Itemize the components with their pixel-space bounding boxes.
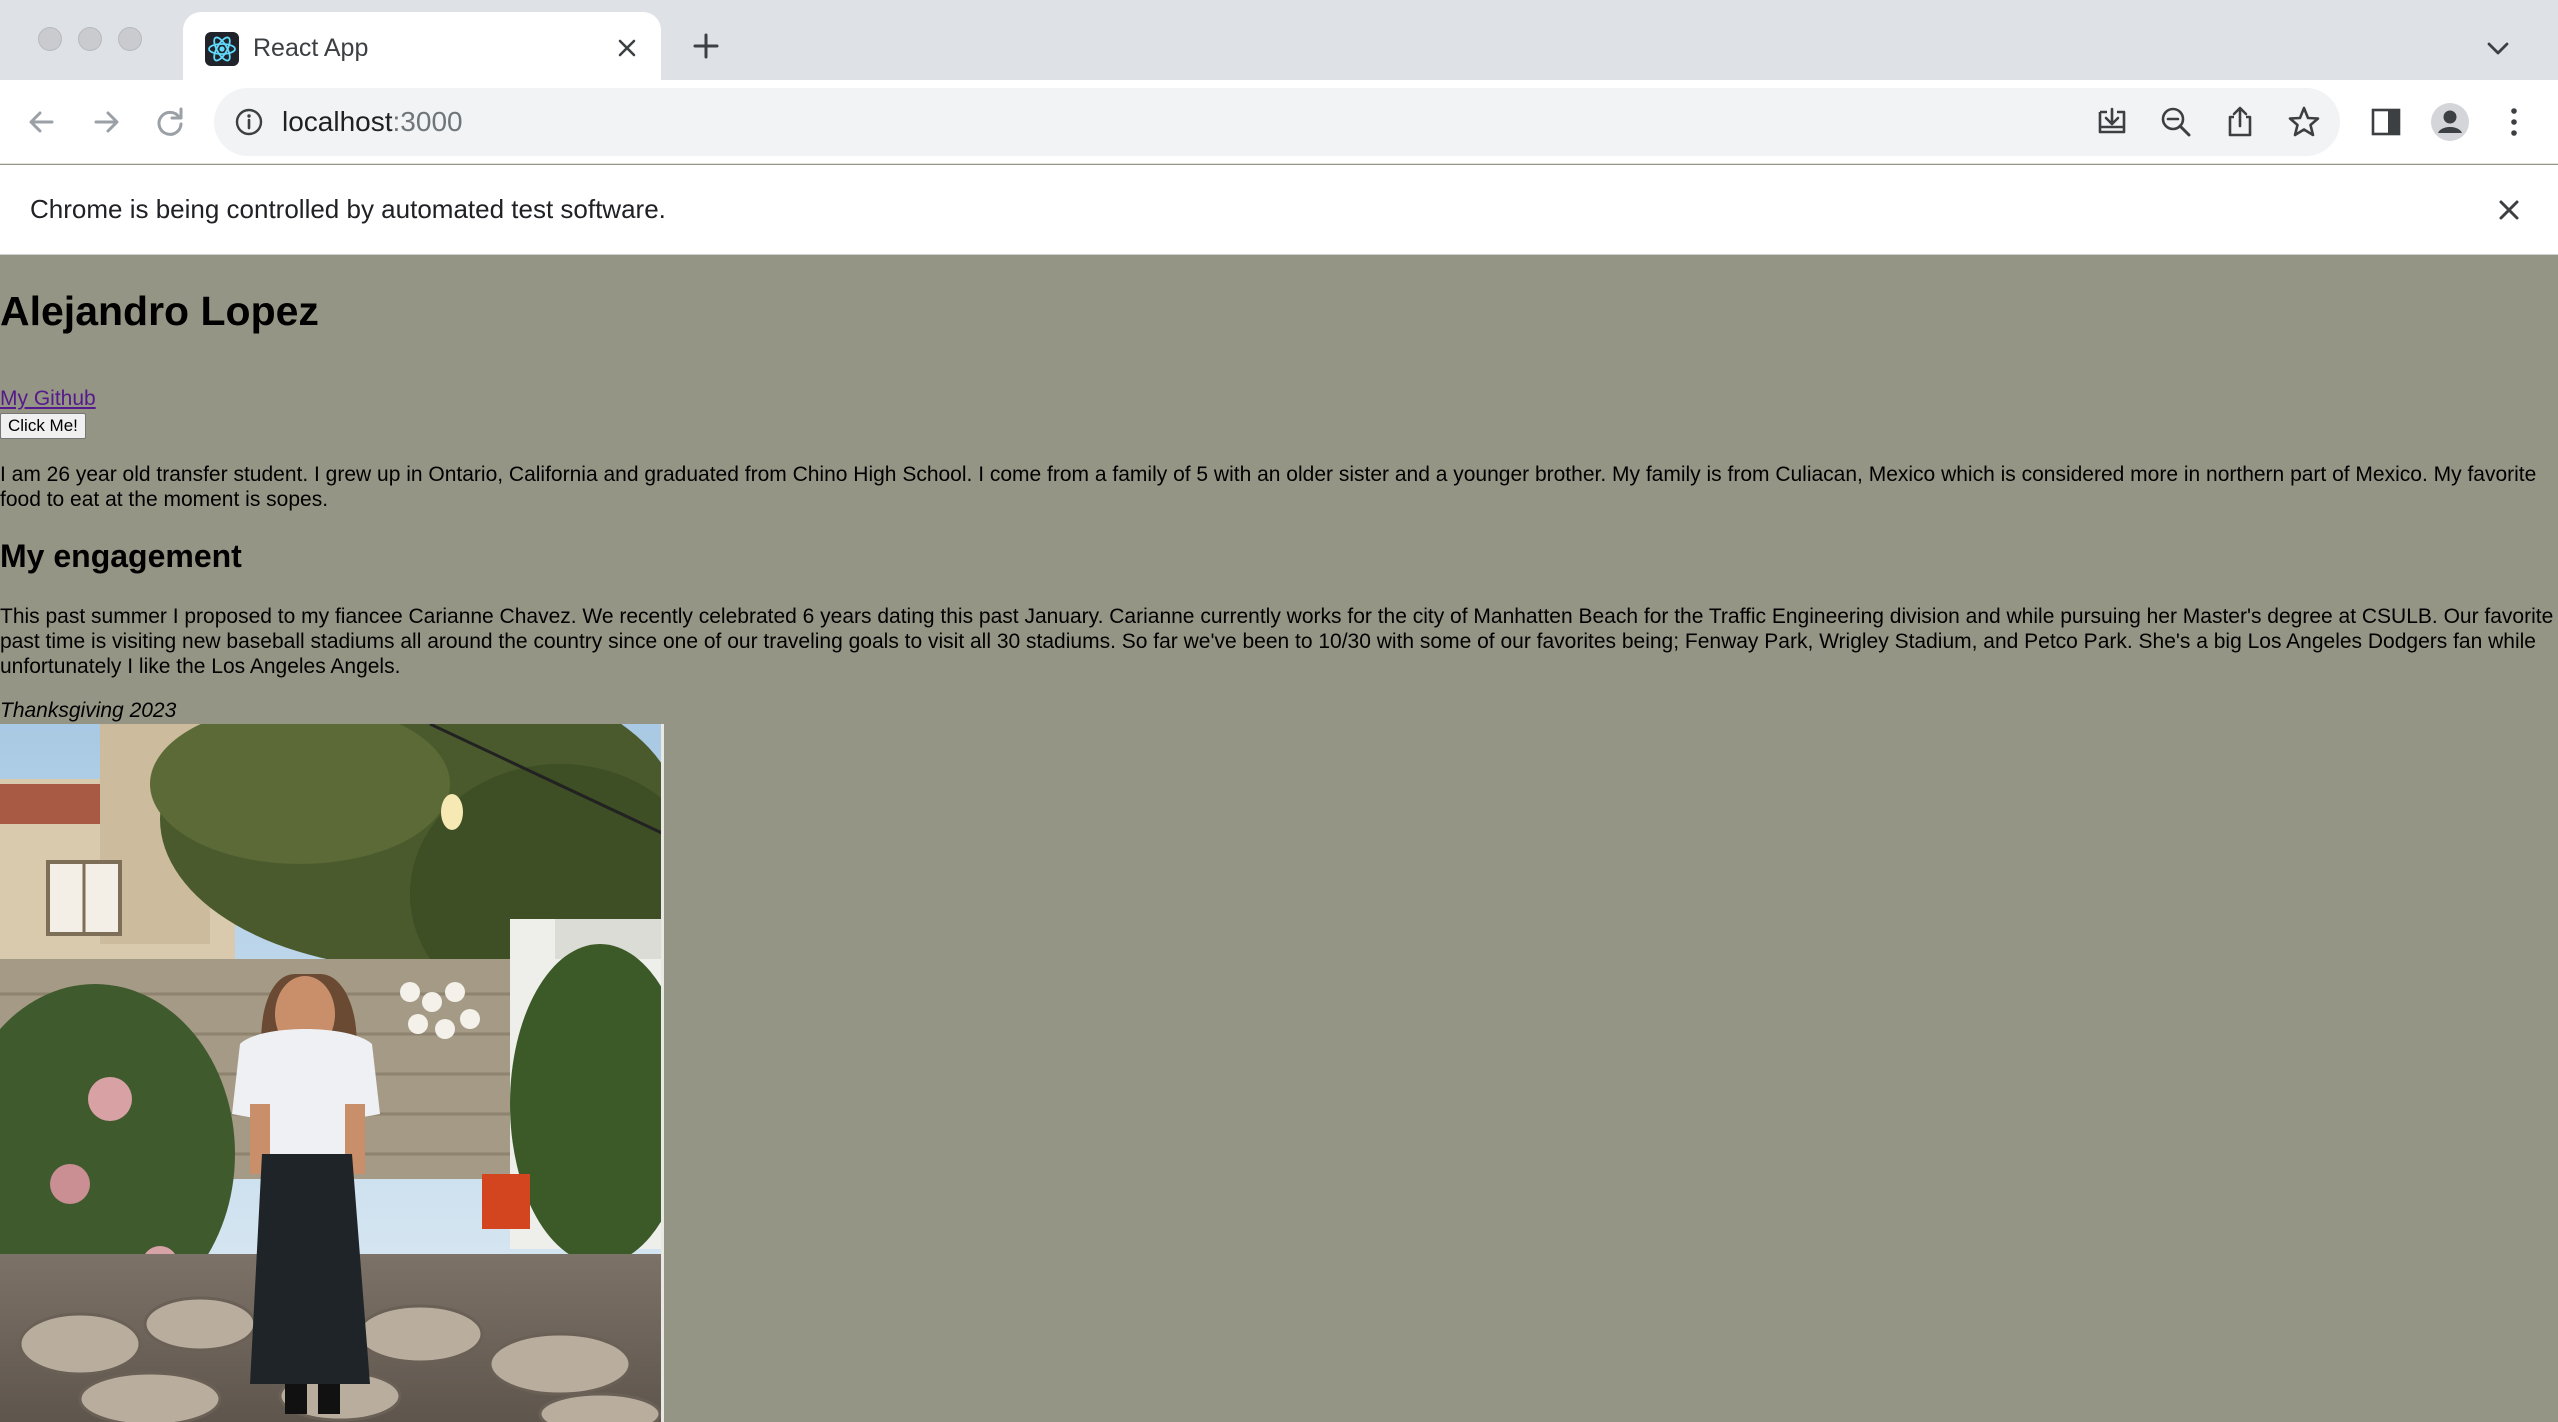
url-host: localhost bbox=[282, 106, 393, 137]
automation-infobar: Chrome is being controlled by automated … bbox=[0, 165, 2558, 255]
react-logo-icon bbox=[205, 32, 239, 66]
click-me-button[interactable]: Click Me! bbox=[0, 413, 86, 439]
star-icon[interactable] bbox=[2286, 104, 2322, 140]
reload-icon[interactable] bbox=[148, 100, 192, 144]
url-port: :3000 bbox=[392, 106, 463, 137]
window-minimize-button[interactable] bbox=[78, 27, 102, 51]
page-content: Alejandro Lopez My Github Click Me! I am… bbox=[0, 256, 2558, 1422]
arrow-right-icon[interactable] bbox=[84, 100, 128, 144]
close-tab-icon[interactable] bbox=[611, 32, 643, 64]
install-icon[interactable] bbox=[2094, 104, 2130, 140]
url-text[interactable]: localhost:3000 bbox=[282, 102, 463, 142]
engagement-photo bbox=[0, 724, 664, 1422]
window-zoom-button[interactable] bbox=[118, 27, 142, 51]
kebab-menu-icon[interactable] bbox=[2492, 100, 2536, 144]
zoom-out-icon[interactable] bbox=[2158, 104, 2194, 140]
arrow-left-icon[interactable] bbox=[20, 100, 64, 144]
infobar-message: Chrome is being controlled by automated … bbox=[30, 194, 666, 224]
photo-caption: Thanksgiving 2023 bbox=[0, 699, 177, 722]
intro-paragraph: I am 26 year old transfer student. I gre… bbox=[0, 463, 2537, 511]
github-link[interactable]: My Github bbox=[0, 386, 96, 412]
tab-title: React App bbox=[253, 34, 369, 62]
side-panel-icon[interactable] bbox=[2364, 100, 2408, 144]
section-heading: My engagement bbox=[0, 538, 242, 574]
tab-react-app[interactable]: React App bbox=[183, 12, 661, 82]
window-close-button[interactable] bbox=[38, 27, 62, 51]
engagement-paragraph: This past summer I proposed to my fiance… bbox=[0, 605, 2554, 678]
new-tab-icon[interactable] bbox=[688, 28, 724, 64]
address-bar[interactable]: localhost:3000 bbox=[214, 88, 2340, 156]
profile-icon[interactable] bbox=[2428, 100, 2472, 144]
close-icon[interactable] bbox=[2490, 191, 2528, 229]
share-icon[interactable] bbox=[2222, 104, 2258, 140]
page-title: Alejandro Lopez bbox=[0, 288, 319, 334]
info-icon[interactable] bbox=[234, 107, 264, 137]
browser-toolbar: localhost:3000 bbox=[0, 80, 2558, 164]
chevron-down-icon[interactable] bbox=[2480, 30, 2516, 66]
tab-strip: React App bbox=[0, 0, 2558, 82]
